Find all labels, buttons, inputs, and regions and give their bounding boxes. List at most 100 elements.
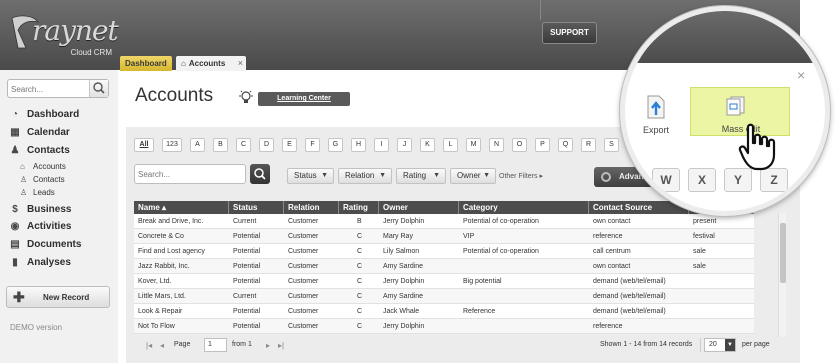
letter-filter-j[interactable]: J: [397, 138, 412, 152]
table-cell: Not To Flow: [138, 323, 175, 330]
tab-close-icon[interactable]: ×: [238, 56, 243, 71]
sidebar-subitem-leads[interactable]: ♙ Leads: [20, 188, 55, 197]
table-cell: Customer: [288, 248, 319, 255]
list-search-button[interactable]: [250, 164, 270, 184]
letter-filter-c[interactable]: C: [236, 138, 251, 152]
column-header[interactable]: Rating: [339, 201, 379, 214]
tab-accounts[interactable]: ⌂ Accounts ×: [176, 56, 246, 71]
letter-filter-p[interactable]: P: [535, 138, 550, 152]
letter-filter-s[interactable]: S: [604, 138, 619, 152]
letter-filter-m[interactable]: M: [466, 138, 481, 152]
table-cell: Customer: [288, 278, 319, 285]
close-icon[interactable]: ×: [797, 67, 805, 83]
search-icon: [254, 168, 266, 180]
table-cell: Potential: [233, 248, 261, 255]
scrollbar-thumb[interactable]: [780, 223, 786, 283]
status-filter[interactable]: Status ▼: [287, 168, 334, 184]
sidebar-subitem-accounts[interactable]: ⌂ Accounts: [20, 162, 66, 171]
list-search-input[interactable]: [138, 169, 242, 180]
table-cell: Mary Ray: [383, 233, 413, 240]
column-header[interactable]: Name ▴: [134, 201, 229, 214]
chevron-down-icon: ▼: [379, 172, 386, 179]
column-header[interactable]: Category: [459, 201, 589, 214]
letter-filter-g[interactable]: G: [328, 138, 343, 152]
sidebar-subitem-contacts[interactable]: ♙ Contacts: [20, 175, 65, 184]
next-page-icon[interactable]: ▸: [266, 341, 270, 350]
column-header[interactable]: Relation: [284, 201, 339, 214]
table-cell: Customer: [288, 323, 319, 330]
letter-filter-d[interactable]: D: [259, 138, 274, 152]
logo[interactable]: raynet Cloud CRM: [6, 10, 119, 60]
letter-filter-f[interactable]: F: [305, 138, 320, 152]
owner-filter[interactable]: Owner ▼: [450, 168, 496, 184]
sidebar-item-calendar[interactable]: ▦ Calendar: [8, 127, 70, 138]
relation-filter[interactable]: Relation ▼: [338, 168, 392, 184]
table-cell: Jack Whale: [383, 308, 420, 315]
letter-filter-123[interactable]: 123: [162, 138, 182, 152]
sidebar-subitem-label: Contacts: [33, 175, 65, 184]
sidebar-item-activities[interactable]: ◉ Activities: [8, 221, 72, 232]
support-button[interactable]: SUPPORT: [542, 22, 597, 44]
table-cell: C: [357, 248, 363, 255]
letter-filter-all[interactable]: All: [134, 138, 154, 152]
last-page-icon[interactable]: ▸|: [278, 341, 284, 350]
sidebar-item-documents[interactable]: ▤ Documents: [8, 239, 81, 250]
new-record-button[interactable]: ✚ New Record: [6, 286, 110, 308]
letter-filter-b[interactable]: B: [213, 138, 228, 152]
search-icon: [93, 82, 105, 94]
letter-filter-k[interactable]: K: [420, 138, 435, 152]
sidebar-item-analyses[interactable]: ▮ Analyses: [8, 257, 71, 268]
table-row[interactable]: Kover, Ltd. Potential Customer C Jerry Dolph…: [134, 274, 754, 289]
table-cell: C: [357, 233, 363, 240]
plus-icon: ✚: [13, 289, 25, 305]
table-row[interactable]: Little Mars, Ltd. Current Customer C Amy Sar…: [134, 289, 754, 304]
table-row[interactable]: Find and Lost agency Potential Customer C Li…: [134, 244, 754, 259]
letter-filter-i[interactable]: I: [374, 138, 389, 152]
per-page-select[interactable]: 20 ▼: [704, 338, 736, 352]
table-cell: demand (web/tel/email): [593, 308, 666, 315]
letter-filter-o[interactable]: O: [512, 138, 527, 152]
table-cell: [689, 304, 754, 319]
letter-filter-h[interactable]: H: [351, 138, 366, 152]
page-number-input[interactable]: 1: [204, 338, 227, 352]
sidebar-search-input[interactable]: [11, 83, 91, 95]
sidebar-item-business[interactable]: $ Business: [8, 204, 71, 215]
letter-filter-r[interactable]: R: [581, 138, 596, 152]
letter-filter-z[interactable]: Z: [760, 168, 788, 192]
letter-filter-q[interactable]: Q: [558, 138, 573, 152]
prev-page-icon[interactable]: ◂: [160, 341, 164, 350]
first-page-icon[interactable]: |◂: [146, 341, 152, 350]
tab-dashboard[interactable]: Dashboard: [120, 56, 172, 71]
table-row[interactable]: Look & Repair Potential Customer C Jack Whal…: [134, 304, 754, 319]
table-cell: own contact: [593, 218, 631, 225]
table-cell: Jerry Dolphin: [383, 278, 425, 285]
table-cell: B: [357, 218, 362, 225]
table-cell: festival: [693, 233, 715, 240]
sidebar-item-label: Dashboard: [27, 109, 80, 120]
table-row[interactable]: Break and Drive, Inc. Current Customer B Jer…: [134, 214, 754, 229]
letter-filter-l[interactable]: L: [443, 138, 458, 152]
column-header[interactable]: Status: [229, 201, 284, 214]
column-header[interactable]: Owner: [379, 201, 459, 214]
table-scrollbar[interactable]: [778, 213, 786, 337]
sidebar-search[interactable]: [7, 79, 109, 98]
table-row[interactable]: Not To Flow Potential Customer C Jerry Dolph…: [134, 319, 754, 334]
sidebar-item-dashboard[interactable]: ◔ Dashboard: [8, 109, 79, 120]
table-row[interactable]: Concrete & Co Potential Customer C Mary Ray V…: [134, 229, 754, 244]
table-row[interactable]: Jazz Rabbit, Inc. Potential Customer C Amy S…: [134, 259, 754, 274]
letter-filter-e[interactable]: E: [282, 138, 297, 152]
letter-filter-a[interactable]: A: [190, 138, 205, 152]
other-filters-link[interactable]: Other Filters ▸: [499, 172, 543, 180]
letter-filter-n[interactable]: N: [489, 138, 504, 152]
rating-filter[interactable]: Rating ▼: [396, 168, 446, 184]
sidebar-item-contacts[interactable]: ♟ Contacts: [8, 145, 70, 156]
letter-filter-w[interactable]: W: [652, 168, 680, 192]
sidebar-search-button[interactable]: [89, 80, 108, 97]
letter-filter-x[interactable]: X: [688, 168, 716, 192]
table-cell: Reference: [463, 308, 496, 315]
person-icon: ♙: [20, 175, 28, 184]
letter-filter-y[interactable]: Y: [724, 168, 752, 192]
list-search[interactable]: [134, 164, 246, 184]
export-button[interactable]: Export: [637, 95, 675, 139]
table-cell: Concrete & Co: [138, 233, 184, 240]
